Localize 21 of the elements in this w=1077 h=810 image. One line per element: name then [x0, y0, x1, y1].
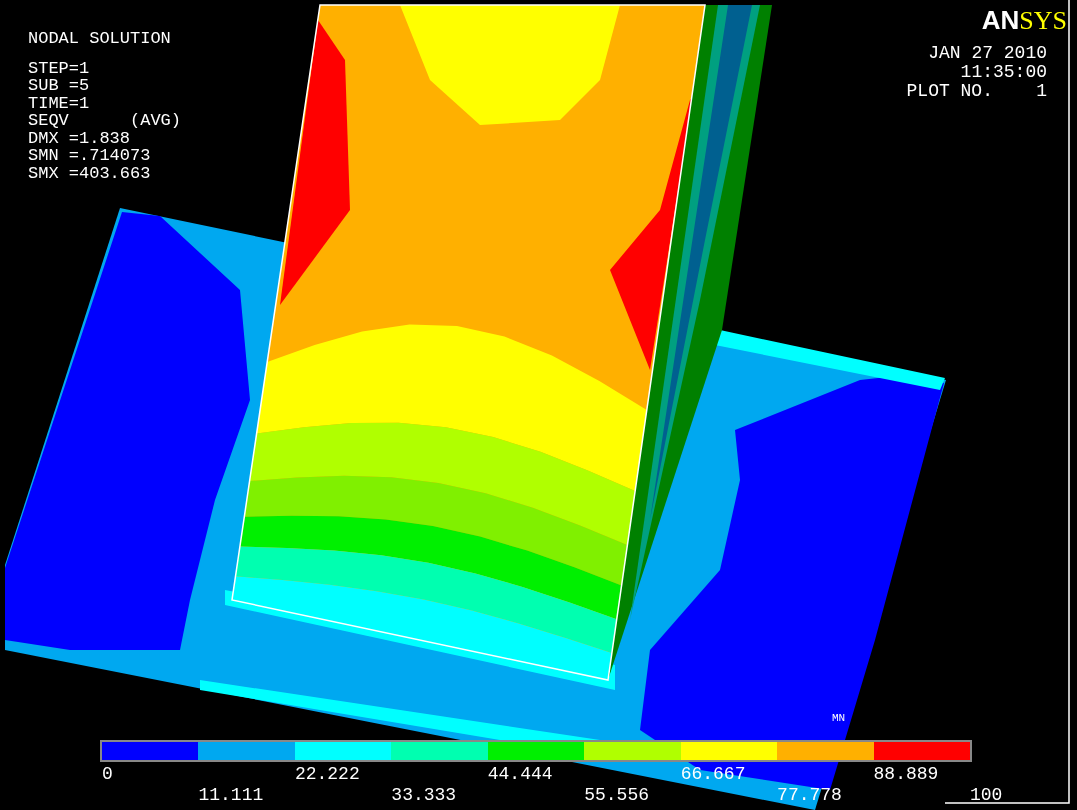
min-marker-label: MN	[832, 712, 846, 724]
result-line: DMX =1.838	[28, 129, 132, 147]
legend-label: 11.111	[198, 786, 264, 804]
legend-label: 33.333	[391, 786, 457, 804]
legend-label: 88.889	[873, 765, 939, 783]
logo-text: ANSYS	[981, 6, 1067, 36]
result-line: SMX =403.663	[28, 164, 152, 182]
result-line: STEP=1	[28, 59, 91, 77]
legend-label: 55.556	[584, 786, 650, 804]
legend-label: 0	[102, 765, 113, 783]
plot-header-line: 11:35:00	[960, 63, 1047, 82]
legend-label: 44.444	[487, 765, 553, 783]
result-line: SMN =.714073	[28, 147, 152, 165]
result-line: SUB =5	[28, 77, 91, 95]
legend-label: 100	[970, 786, 1003, 804]
legend-label: 22.222	[294, 765, 360, 783]
result-line: TIME=1	[28, 94, 91, 112]
plot-header-line: PLOT NO. 1	[906, 82, 1047, 101]
plot-title: NODAL SOLUTION	[28, 30, 172, 48]
plot-header-line: JAN 27 2010	[928, 44, 1047, 63]
result-line: SEQV (AVG)	[28, 112, 182, 130]
